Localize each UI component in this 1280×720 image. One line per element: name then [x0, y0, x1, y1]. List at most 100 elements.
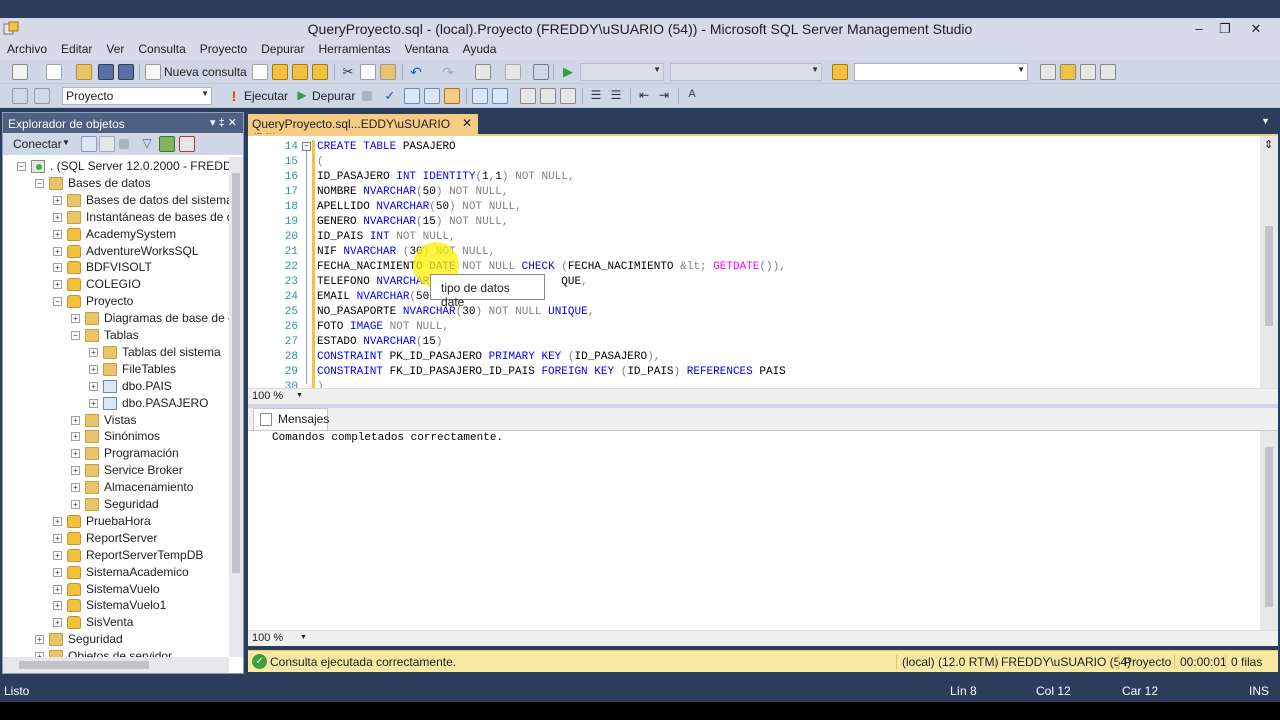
properties-icon[interactable]	[1100, 64, 1116, 80]
expand-icon[interactable]: +	[53, 584, 62, 594]
filter-icon[interactable]: ▽	[139, 136, 155, 152]
copy-icon[interactable]	[360, 64, 376, 80]
close-window-button[interactable]: ✕	[1243, 20, 1269, 38]
new-project-icon[interactable]	[12, 64, 28, 80]
sql-editor[interactable]: − 14 CREATE TABLE PASAJERO 15 (16 ID_PASAJER…	[248, 134, 1278, 404]
menu-editar[interactable]: Editar	[54, 40, 99, 56]
results-vscroll[interactable]	[1260, 431, 1278, 631]
undo-icon[interactable]: ↶	[408, 64, 424, 80]
display-plan-icon[interactable]	[404, 88, 420, 104]
expand-icon[interactable]: +	[53, 567, 62, 577]
results-to-grid-icon[interactable]	[540, 88, 556, 104]
expand-icon[interactable]: +	[53, 246, 62, 256]
disconnect-icon[interactable]	[99, 136, 115, 152]
menu-depurar[interactable]: Depurar	[254, 40, 311, 56]
debug-button[interactable]: Depurar	[312, 89, 355, 103]
solution-config-select[interactable]: ▼	[580, 63, 664, 81]
live-stats-icon[interactable]	[492, 88, 508, 104]
tree-node[interactable]: + SistemaVuelo	[3, 582, 229, 598]
tree-node[interactable]: + Vistas	[3, 413, 229, 429]
expand-icon[interactable]: +	[53, 195, 62, 205]
activity-icon[interactable]	[179, 136, 195, 152]
minimize-button[interactable]: ‒	[1186, 20, 1212, 38]
collapse-icon[interactable]: −	[71, 331, 80, 340]
tree-node[interactable]: + Objetos de servidor	[3, 649, 229, 657]
zoom-chevron-icon[interactable]: ▼	[296, 392, 303, 399]
parse-icon[interactable]: ✓	[382, 88, 398, 104]
specify-values-icon[interactable]: A	[684, 88, 700, 104]
query-designer-icon[interactable]	[424, 88, 440, 104]
connect-icon[interactable]	[12, 88, 28, 104]
tree-node[interactable]: + Programación	[3, 446, 229, 462]
start-debug-icon[interactable]: ▶	[560, 64, 576, 80]
decrease-indent-icon[interactable]: ⇤	[636, 88, 652, 104]
expand-icon[interactable]: +	[35, 635, 44, 645]
tree-node[interactable]: − Tablas	[3, 328, 229, 344]
intellisense-icon[interactable]	[444, 88, 460, 104]
code-line[interactable]: )	[317, 381, 324, 388]
code-line[interactable]: NOMBRE NVARCHAR(50) NOT NULL,	[317, 186, 509, 198]
expand-icon[interactable]: +	[53, 229, 62, 239]
code-line[interactable]: FOTO IMAGE NOT NULL,	[317, 321, 449, 333]
tree-node[interactable]: + SistemaAcademico	[3, 565, 229, 581]
expand-icon[interactable]: +	[89, 398, 98, 408]
expand-icon[interactable]: +	[89, 364, 98, 374]
expand-icon[interactable]: +	[53, 601, 62, 611]
expand-icon[interactable]: +	[53, 280, 62, 290]
debug-play-icon[interactable]: ▶	[294, 88, 310, 104]
expand-icon[interactable]: +	[53, 516, 62, 526]
tree-node[interactable]: + PruebaHora	[3, 514, 229, 530]
cut-icon[interactable]: ✂	[340, 64, 356, 80]
tree-node[interactable]: + Service Broker	[3, 463, 229, 479]
navigate-icon[interactable]	[475, 64, 491, 80]
new-query-button[interactable]: Nueva consulta	[164, 65, 247, 79]
expand-icon[interactable]: +	[53, 618, 62, 628]
tree-node[interactable]: + Diagramas de base de da	[3, 311, 229, 327]
expand-icon[interactable]: +	[71, 449, 80, 459]
comment-icon[interactable]: ☰	[588, 88, 604, 104]
query-document-tab[interactable]: QueryProyecto.sql...EDDY\uSUARIO (54)) ✕	[248, 114, 478, 145]
include-plan-icon[interactable]	[472, 88, 488, 104]
xmla-query-icon[interactable]	[312, 64, 328, 80]
object-explorer-hscroll[interactable]	[3, 657, 229, 673]
refresh-icon[interactable]	[159, 136, 175, 152]
new-query-icon[interactable]	[145, 64, 161, 80]
tab-list-chevron-icon[interactable]: ▼	[1261, 116, 1270, 126]
menu-archivo[interactable]: Archivo	[0, 40, 54, 56]
code-line[interactable]: ID_PASAJERO INT IDENTITY(1,1) NOT NULL,	[317, 171, 575, 183]
connect-dropdown[interactable]: Conectar	[13, 137, 62, 151]
tree-node[interactable]: − . (SQL Server 12.0.2000 - FREDDY\uS	[3, 159, 229, 175]
menu-ventana[interactable]: Ventana	[398, 40, 456, 56]
expand-icon[interactable]: +	[71, 500, 80, 509]
expand-icon[interactable]: +	[53, 533, 62, 543]
expand-icon[interactable]: +	[89, 381, 98, 391]
tree-node[interactable]: + AdventureWorksSQL	[3, 244, 229, 260]
save-icon[interactable]	[98, 64, 114, 80]
template-explorer-icon[interactable]	[1080, 64, 1096, 80]
tree-node[interactable]: + dbo.PASAJERO	[3, 396, 229, 412]
expand-icon[interactable]: +	[53, 212, 62, 222]
expand-icon[interactable]: +	[71, 415, 80, 425]
tree-node[interactable]: + dbo.PAIS	[3, 379, 229, 395]
tree-node[interactable]: + AcademySystem	[3, 227, 229, 243]
uncomment-icon[interactable]: ☰	[608, 88, 624, 104]
forward-icon[interactable]	[505, 64, 521, 80]
menu-ver[interactable]: Ver	[99, 40, 131, 56]
tree-node[interactable]: + FileTables	[3, 362, 229, 378]
menu-proyecto[interactable]: Proyecto	[193, 40, 254, 56]
editor-zoom[interactable]: 100 %	[252, 390, 283, 402]
code-line[interactable]: APELLIDO NVARCHAR(50) NOT NULL,	[317, 201, 522, 213]
results-to-file-icon[interactable]	[560, 88, 576, 104]
menu-ayuda[interactable]: Ayuda	[456, 40, 504, 56]
expand-icon[interactable]: +	[53, 263, 62, 273]
db-query-icon[interactable]	[252, 64, 268, 80]
tree-node[interactable]: + Tablas del sistema	[3, 345, 229, 361]
solution-platform-select[interactable]: ▼	[670, 63, 822, 81]
redo-icon[interactable]: ↷	[440, 64, 456, 80]
results-zoom[interactable]: 100 %	[252, 632, 283, 644]
increase-indent-icon[interactable]: ⇥	[656, 88, 672, 104]
tree-node[interactable]: + SistemaVuelo1	[3, 598, 229, 614]
code-line[interactable]: CREATE TABLE PASAJERO	[317, 141, 456, 153]
paste-icon[interactable]	[380, 64, 396, 80]
collapse-icon[interactable]: −	[17, 162, 26, 171]
